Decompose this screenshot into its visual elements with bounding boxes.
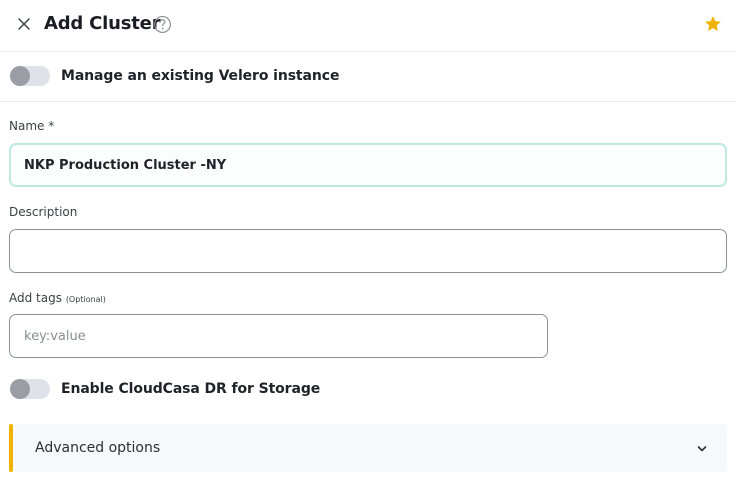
accent-bar	[9, 424, 13, 472]
advanced-options-label: Advanced options	[35, 440, 161, 456]
description-field[interactable]	[9, 229, 727, 273]
name-field[interactable]	[9, 143, 727, 187]
description-label: Description	[9, 205, 78, 219]
dialog-header: Add Cluster	[0, 0, 736, 52]
tags-input[interactable]	[9, 314, 548, 358]
tags-label: Add tags (Optional)	[9, 291, 106, 305]
close-button[interactable]	[12, 12, 36, 36]
velero-toggle[interactable]	[10, 66, 50, 86]
name-label: Name *	[9, 119, 55, 133]
dr-toggle[interactable]	[10, 379, 50, 399]
star-icon[interactable]	[703, 14, 723, 34]
velero-toggle-row: Manage an existing Velero instance	[10, 66, 339, 86]
close-icon	[18, 18, 30, 30]
dr-toggle-row: Enable CloudCasa DR for Storage	[10, 379, 320, 399]
velero-toggle-label: Manage an existing Velero instance	[61, 68, 340, 84]
dr-toggle-label: Enable CloudCasa DR for Storage	[61, 381, 321, 397]
page-title: Add Cluster	[44, 13, 161, 34]
chevron-down-icon	[697, 446, 707, 452]
toggle-knob	[10, 66, 30, 86]
advanced-options-accordion[interactable]: Advanced options	[9, 424, 727, 472]
divider	[0, 101, 736, 102]
tags-label-text: Add tags	[9, 291, 62, 305]
tags-optional-note: (Optional)	[65, 295, 106, 304]
question-circle-icon[interactable]	[153, 15, 172, 34]
toggle-knob	[10, 379, 30, 399]
